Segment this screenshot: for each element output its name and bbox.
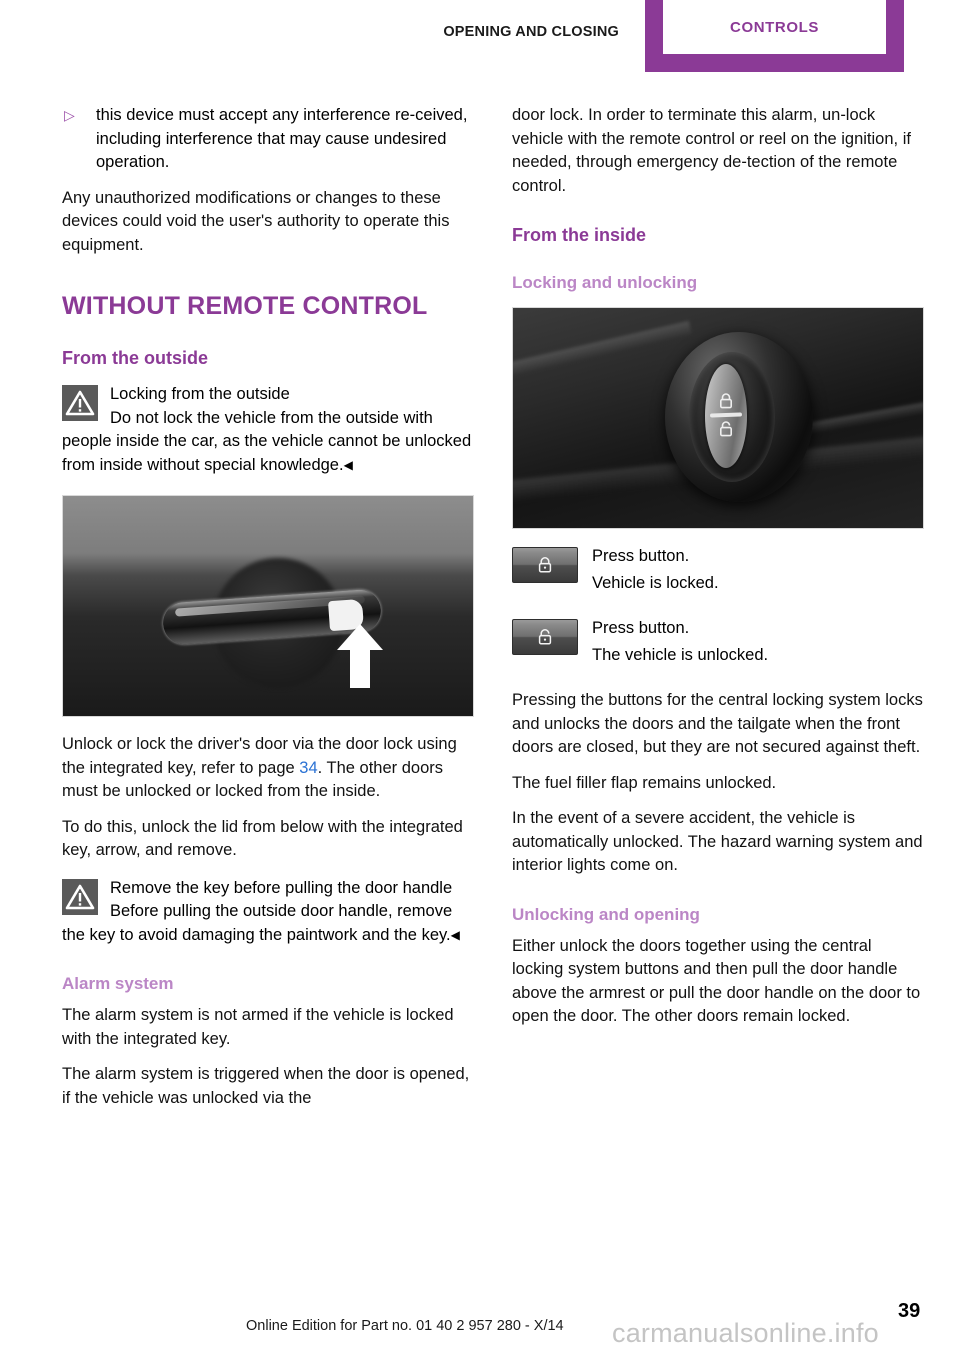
section-title: Without remote control xyxy=(62,292,428,320)
warning-note-remove-key: Remove the key before pulling the door h… xyxy=(62,877,474,948)
warning-note-body: Remove the key before pulling the door h… xyxy=(62,877,474,948)
subsection-title-from-the-inside: From the inside xyxy=(512,225,647,245)
lock-button-graphic[interactable] xyxy=(512,547,578,583)
warning-note-text: Before pulling the outside door handle, … xyxy=(62,902,453,944)
warning-note-locking-outside: Locking from the outside Do not lock the… xyxy=(62,383,474,477)
paragraph-alarm-continued: door lock. In order to terminate this al… xyxy=(512,106,911,195)
paragraph-unlock-lock: Unlock or lock the driver's door via the… xyxy=(62,733,474,804)
step-unlock-line-1: Press button. xyxy=(592,619,690,637)
page-number: 39 xyxy=(898,1300,921,1322)
paragraph-todo: To do this, unlock the lid from below wi… xyxy=(62,817,463,860)
lock-open-icon xyxy=(538,629,552,645)
step-unlock-text: Press button. The vehicle is unlocked. xyxy=(592,617,924,667)
warning-triangle-icon xyxy=(62,878,98,915)
heading-alarm-system: Alarm system xyxy=(62,974,174,993)
header-chapter-label: Opening and closing xyxy=(443,24,619,40)
door-trim-line-right xyxy=(795,399,923,437)
step-unlock-vehicle: Press button. The vehicle is unlocked. xyxy=(512,617,924,667)
step-lock-line-1: Press button. xyxy=(592,547,690,565)
note-endmark: ◀ xyxy=(450,927,460,942)
warning-note-heading: Locking from the outside xyxy=(110,385,290,403)
paragraph-fuel-flap: The fuel filler flap remains unlocked. xyxy=(512,773,777,792)
footer-edition-text: Online Edition for Part no. 01 40 2 957 … xyxy=(246,1318,564,1334)
triangle-bullet-icon: ▷ xyxy=(64,107,75,123)
step-lock-text: Press button. Vehicle is locked. xyxy=(592,545,924,595)
left-column: ▷ this device must accept any interferen… xyxy=(62,104,474,1110)
step-lock-line-2: Vehicle is locked. xyxy=(592,573,719,592)
lock-closed-icon xyxy=(538,557,552,573)
warning-note-body: Locking from the outside Do not lock the… xyxy=(62,383,474,477)
note-endmark: ◀ xyxy=(343,457,353,472)
paragraph-severe-accident: In the event of a severe accident, the v… xyxy=(512,809,923,874)
step-unlock-line-2: The vehicle is unlocked. xyxy=(592,645,769,664)
paragraph-unlock-lock-after: . xyxy=(317,758,323,777)
up-arrow-callout-icon xyxy=(337,624,383,688)
header-tab-block: Controls xyxy=(645,0,904,72)
page-header: Opening and closing Controls xyxy=(0,0,960,74)
paragraph-alarm-2: The alarm system is triggered when the d… xyxy=(62,1065,470,1107)
heading-locking-and-unlocking: Locking and unlocking xyxy=(512,273,698,292)
page-footer: Online Edition for Part no. 01 40 2 957 … xyxy=(0,1300,960,1348)
header-tab-inner: Controls xyxy=(663,0,886,54)
paragraph-alarm-1: The alarm system is not armed if the veh… xyxy=(62,1006,454,1048)
paragraph-pressing-buttons: Pressing the buttons for the central loc… xyxy=(512,691,923,756)
header-tab-label: Controls xyxy=(730,18,819,36)
subsection-title-from-the-outside: From the outside xyxy=(62,348,209,368)
figure-door-handle xyxy=(62,495,474,717)
unlock-button-graphic[interactable] xyxy=(512,619,578,655)
paragraph-either-unlock: Either unlock the doors together using t… xyxy=(512,936,921,1026)
lock-closed-icon xyxy=(719,393,732,409)
list-item-text: this device must accept any interference… xyxy=(96,106,468,171)
warning-triangle-icon xyxy=(62,385,98,421)
step-lock-vehicle: Press button. Vehicle is locked. xyxy=(512,545,924,595)
lock-open-icon xyxy=(719,421,732,437)
figure-central-locking-button xyxy=(512,307,924,529)
door-trim-line-upper xyxy=(513,320,693,380)
paragraph-authority: Any unauthorized modifications or change… xyxy=(62,188,450,254)
right-column: door lock. In order to terminate this al… xyxy=(512,104,924,1029)
list-item: ▷ this device must accept any interferen… xyxy=(62,104,474,175)
warning-note-heading: Remove the key before pulling the door h… xyxy=(110,878,453,897)
page-reference-link[interactable]: 34 xyxy=(299,759,317,777)
heading-unlocking-and-opening: Unlocking and opening xyxy=(512,904,700,924)
warning-note-text: Do not lock the vehicle from the outside… xyxy=(62,408,472,474)
